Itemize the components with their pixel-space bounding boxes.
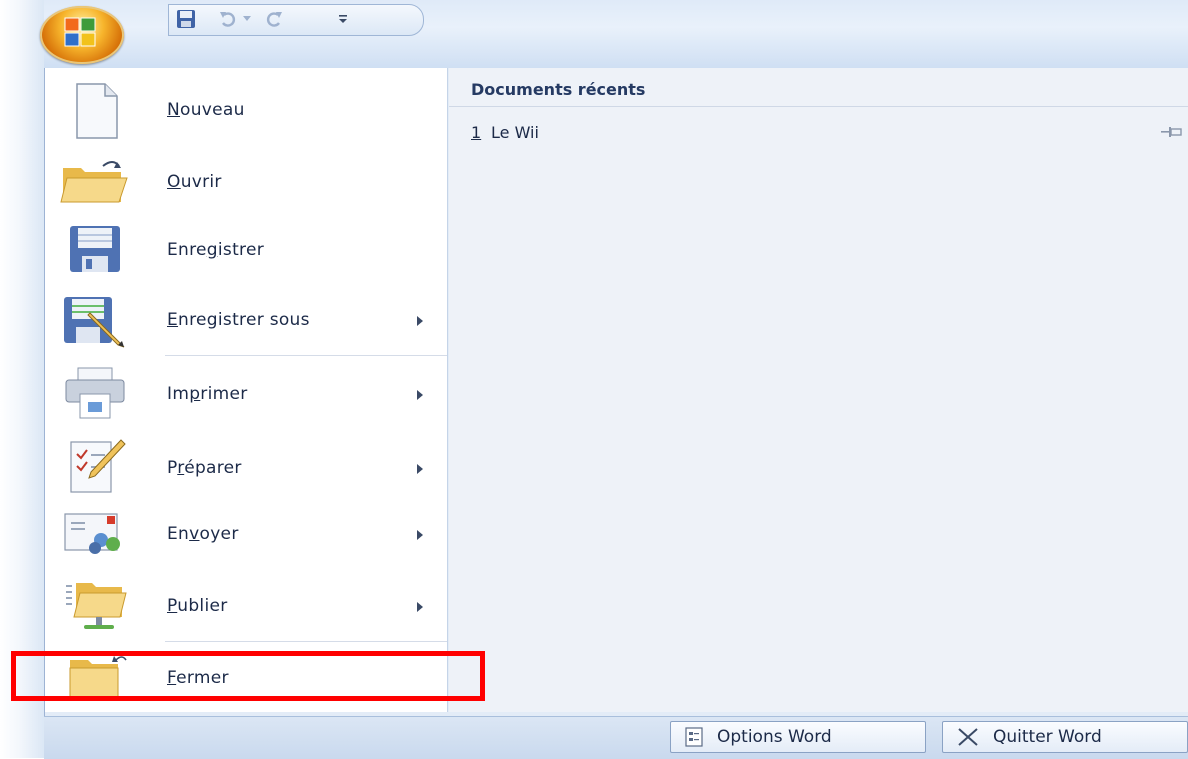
submenu-arrow-icon bbox=[417, 390, 423, 400]
document-background bbox=[0, 0, 44, 758]
prepare-icon bbox=[55, 434, 135, 496]
recent-document-number: 1 bbox=[471, 123, 482, 142]
menu-item-label: Enregistrer sous bbox=[167, 310, 310, 330]
customize-dropdown-icon[interactable] bbox=[336, 8, 350, 30]
menu-item-enregistrer[interactable]: Enregistrer bbox=[55, 218, 441, 280]
office-logo-icon bbox=[62, 16, 102, 54]
submenu-arrow-icon bbox=[417, 530, 423, 540]
quit-word-button[interactable]: Quitter Word bbox=[942, 721, 1188, 753]
menu-item-enregistrer-sous[interactable]: Enregistrer sous bbox=[55, 290, 441, 352]
menu-footer: Options Word Quitter Word bbox=[44, 716, 1188, 759]
menu-item-label: Ouvrir bbox=[167, 172, 222, 192]
recent-document-item[interactable]: 1 Le Wii bbox=[449, 118, 1188, 148]
redo-icon[interactable] bbox=[262, 8, 286, 30]
undo-icon[interactable] bbox=[216, 8, 240, 30]
menu-divider bbox=[165, 641, 447, 642]
menu-item-imprimer[interactable]: Imprimer bbox=[55, 362, 441, 424]
pin-icon[interactable] bbox=[1161, 124, 1185, 143]
office-button[interactable] bbox=[40, 6, 124, 64]
printer-icon bbox=[55, 362, 135, 424]
office-menu: Nouveau Ouvrir Enregistrer Enregistrer s… bbox=[44, 68, 1188, 716]
menu-item-label: Enregistrer bbox=[167, 240, 265, 260]
save-icon[interactable] bbox=[174, 8, 198, 30]
recent-documents-pane: Documents récents 1 Le Wii bbox=[449, 68, 1188, 712]
recent-document-name: Le Wii bbox=[491, 123, 539, 142]
menu-item-envoyer[interactable]: Envoyer bbox=[55, 502, 441, 564]
send-icon bbox=[55, 502, 135, 564]
word-options-button[interactable]: Options Word bbox=[670, 721, 926, 753]
options-icon bbox=[685, 727, 703, 747]
quit-word-label: Quitter Word bbox=[993, 727, 1102, 747]
menu-item-label: Nouveau bbox=[167, 100, 245, 120]
save-disk-icon bbox=[55, 218, 135, 280]
quick-access-toolbar bbox=[44, 0, 1188, 69]
save-as-icon bbox=[55, 290, 135, 352]
quick-access-pill bbox=[168, 4, 424, 36]
menu-commands-pane: Nouveau Ouvrir Enregistrer Enregistrer s… bbox=[45, 68, 448, 712]
menu-item-ouvrir[interactable]: Ouvrir bbox=[55, 150, 441, 212]
recent-documents-header: Documents récents bbox=[449, 68, 1188, 107]
menu-item-label: Envoyer bbox=[167, 524, 239, 544]
publish-folder-icon bbox=[55, 574, 135, 636]
menu-item-label: Publier bbox=[167, 596, 228, 616]
menu-item-label: Imprimer bbox=[167, 384, 248, 404]
undo-dropdown-icon[interactable] bbox=[240, 8, 254, 30]
new-document-icon bbox=[55, 80, 135, 142]
menu-item-publier[interactable]: Publier bbox=[55, 574, 441, 636]
submenu-arrow-icon bbox=[417, 316, 423, 326]
submenu-arrow-icon bbox=[417, 602, 423, 612]
word-options-label: Options Word bbox=[717, 727, 832, 747]
submenu-arrow-icon bbox=[417, 464, 423, 474]
open-folder-icon bbox=[55, 150, 135, 212]
menu-item-preparer[interactable]: Préparer bbox=[55, 434, 441, 496]
menu-divider bbox=[165, 355, 447, 356]
recent-documents-title: Documents récents bbox=[471, 80, 646, 99]
menu-item-nouveau[interactable]: Nouveau bbox=[55, 80, 441, 142]
menu-item-label: Préparer bbox=[167, 458, 242, 478]
close-x-icon bbox=[957, 728, 979, 746]
highlight-box bbox=[11, 651, 485, 701]
